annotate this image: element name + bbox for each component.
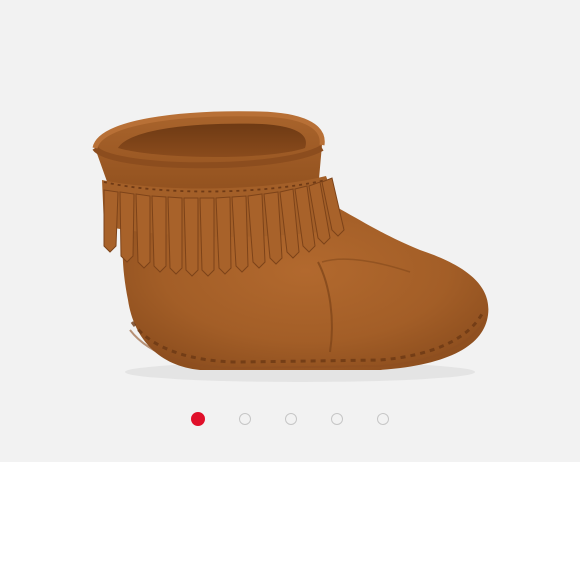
product-photo[interactable] [0, 0, 580, 462]
carousel-dot-3[interactable] [285, 413, 297, 425]
carousel-dot-1[interactable] [191, 412, 205, 426]
product-image-carousel[interactable] [0, 0, 580, 462]
carousel-dot-4[interactable] [331, 413, 343, 425]
moccasin-bootie-illustration [92, 111, 489, 382]
carousel-dot-2[interactable] [239, 413, 251, 425]
product-page [0, 0, 580, 580]
below-carousel-area [0, 462, 580, 580]
carousel-indicators [0, 408, 580, 430]
carousel-dot-5[interactable] [377, 413, 389, 425]
